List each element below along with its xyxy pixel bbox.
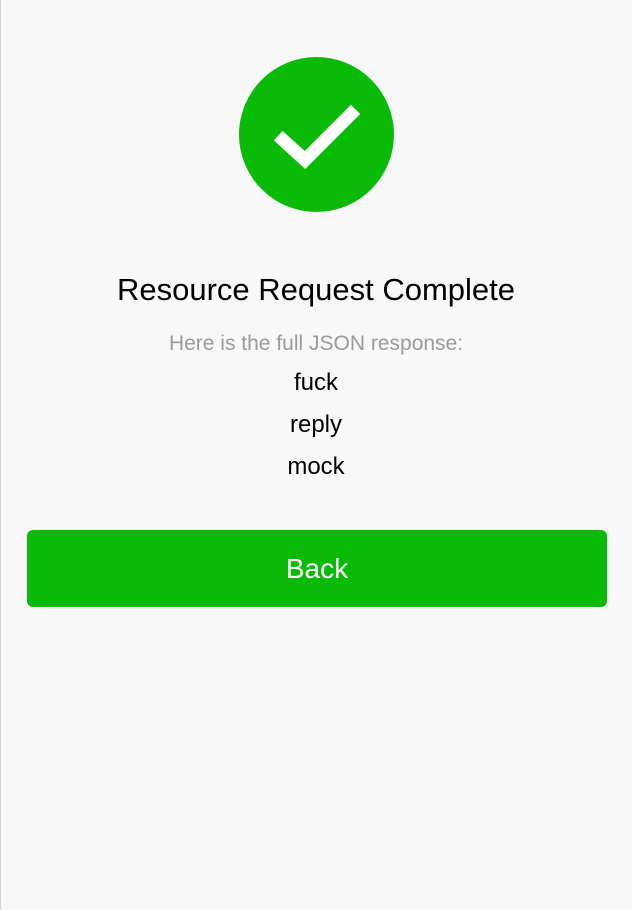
response-item: mock [287,453,345,480]
checkmark-icon [273,104,361,169]
success-checkmark-icon [239,57,394,212]
result-page: Resource Request Complete Here is the fu… [0,0,632,910]
response-description: Here is the full JSON response: [168,332,464,355]
back-button[interactable]: Back [27,530,607,607]
response-item: reply [289,411,343,438]
response-item: fuck [293,369,338,396]
json-response-list: fuck reply mock [0,366,632,492]
page-title: Resource Request Complete [116,272,516,307]
